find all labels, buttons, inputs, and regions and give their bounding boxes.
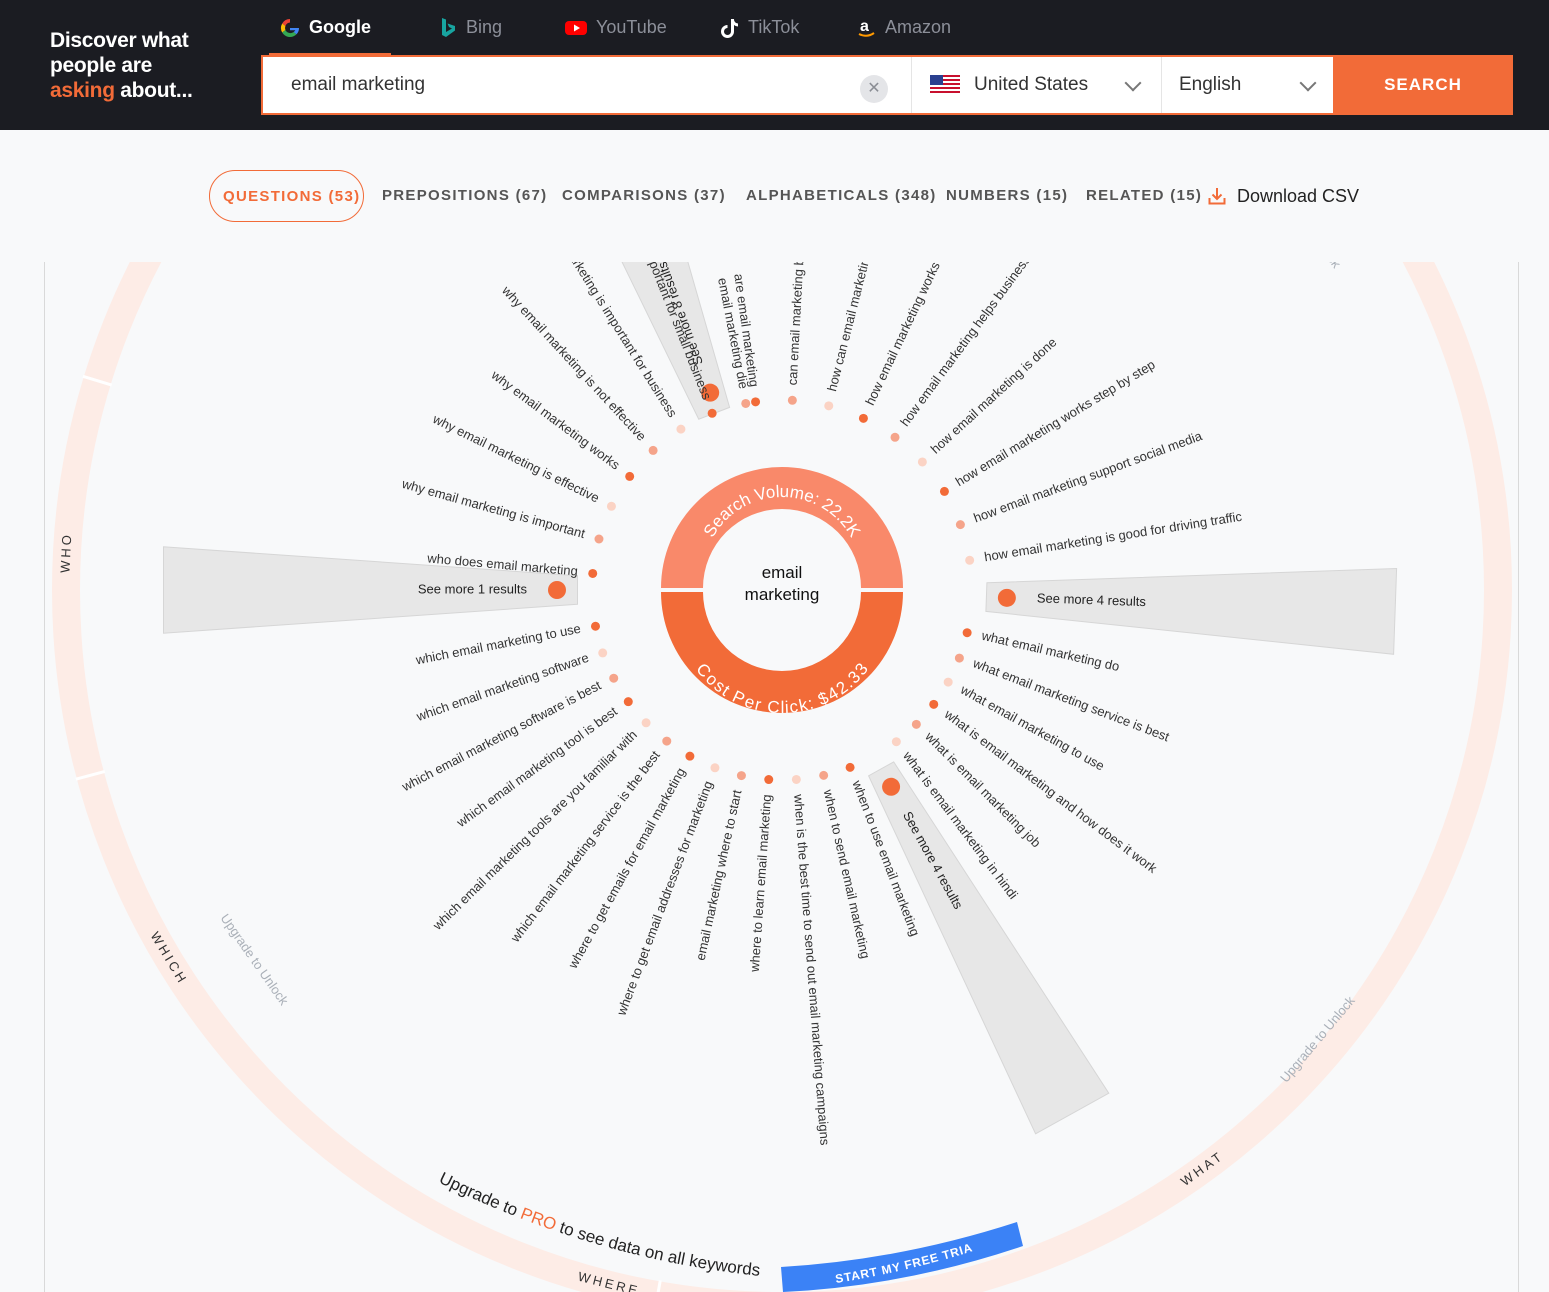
question-dot bbox=[598, 648, 608, 658]
question-spoke[interactable]: how email marketing support social media bbox=[972, 428, 1205, 526]
question-dot bbox=[764, 775, 774, 785]
chevron-icon[interactable] bbox=[548, 581, 566, 599]
question-dot bbox=[791, 774, 801, 784]
question-dot bbox=[939, 486, 949, 496]
question-spoke[interactable]: what email marketing service is best bbox=[970, 655, 1172, 744]
question-dot bbox=[623, 697, 633, 707]
question-dot bbox=[594, 534, 604, 544]
upgrade-to-unlock-label[interactable]: Upgrade to Unlock bbox=[217, 911, 291, 1008]
outer-ring bbox=[52, 262, 1512, 1292]
upgrade-text: Upgrade to PRO to see data on all keywor… bbox=[436, 1169, 761, 1280]
chevron-icon[interactable] bbox=[882, 777, 901, 796]
question-dot bbox=[911, 719, 921, 729]
question-spoke[interactable]: why email marketing is not effective bbox=[498, 282, 649, 444]
question-dot bbox=[858, 413, 868, 423]
question-dot bbox=[609, 673, 619, 683]
ring-label-how[interactable]: HOW bbox=[1386, 210, 1419, 253]
question-dot bbox=[736, 771, 746, 781]
question-dot bbox=[588, 568, 598, 578]
question-dot bbox=[707, 408, 717, 418]
cpc-arc bbox=[661, 592, 903, 713]
question-dot bbox=[824, 401, 834, 411]
question-spoke[interactable]: when is the best time to send out email … bbox=[791, 793, 833, 1147]
question-dot bbox=[819, 770, 829, 780]
question-dot bbox=[590, 621, 600, 631]
question-dot bbox=[929, 699, 939, 709]
question-dot bbox=[662, 736, 672, 746]
question-dot bbox=[891, 737, 901, 747]
see-more-sector-how[interactable] bbox=[985, 567, 1398, 655]
keyword-line1: email bbox=[762, 563, 803, 582]
question-dot bbox=[890, 432, 900, 442]
question-dot bbox=[845, 762, 855, 772]
question-dot bbox=[751, 397, 761, 407]
upgrade-to-unlock-label[interactable]: Upgrade to Unlock bbox=[1270, 174, 1344, 271]
keyword-line2: marketing bbox=[745, 585, 820, 604]
question-spoke[interactable]: how email marketing is good for driving … bbox=[983, 509, 1243, 565]
question-dot bbox=[943, 677, 953, 687]
question-dot bbox=[641, 718, 651, 728]
see-more-label[interactable]: See more 1 results bbox=[418, 581, 528, 596]
question-spoke[interactable]: how can email marketing help bbox=[824, 223, 881, 393]
question-dot bbox=[965, 555, 975, 565]
question-dot bbox=[962, 628, 972, 638]
question-dot bbox=[954, 653, 964, 663]
ring-divider bbox=[230, 110, 253, 130]
question-spoke[interactable]: can email marketing be bbox=[785, 251, 807, 386]
ring-label-who[interactable]: WHO bbox=[57, 532, 74, 574]
question-dot bbox=[741, 398, 751, 408]
question-spoke[interactable]: how email marketing helps business bbox=[897, 252, 1034, 429]
question-dot bbox=[710, 763, 720, 773]
question-spoke[interactable]: where to learn email marketing bbox=[747, 794, 774, 973]
question-wheel: See more 8 resultsSee more 1 resultsSee … bbox=[0, 0, 1512, 1292]
question-dot bbox=[625, 471, 635, 481]
question-dot bbox=[955, 520, 965, 530]
question-dot bbox=[676, 424, 686, 434]
question-dot bbox=[685, 751, 695, 761]
chevron-icon[interactable] bbox=[997, 588, 1016, 607]
question-dot bbox=[606, 501, 616, 511]
question-dot bbox=[648, 445, 658, 455]
question-dot bbox=[917, 457, 927, 467]
ring-divider bbox=[1356, 171, 1381, 188]
question-dot bbox=[787, 395, 797, 405]
